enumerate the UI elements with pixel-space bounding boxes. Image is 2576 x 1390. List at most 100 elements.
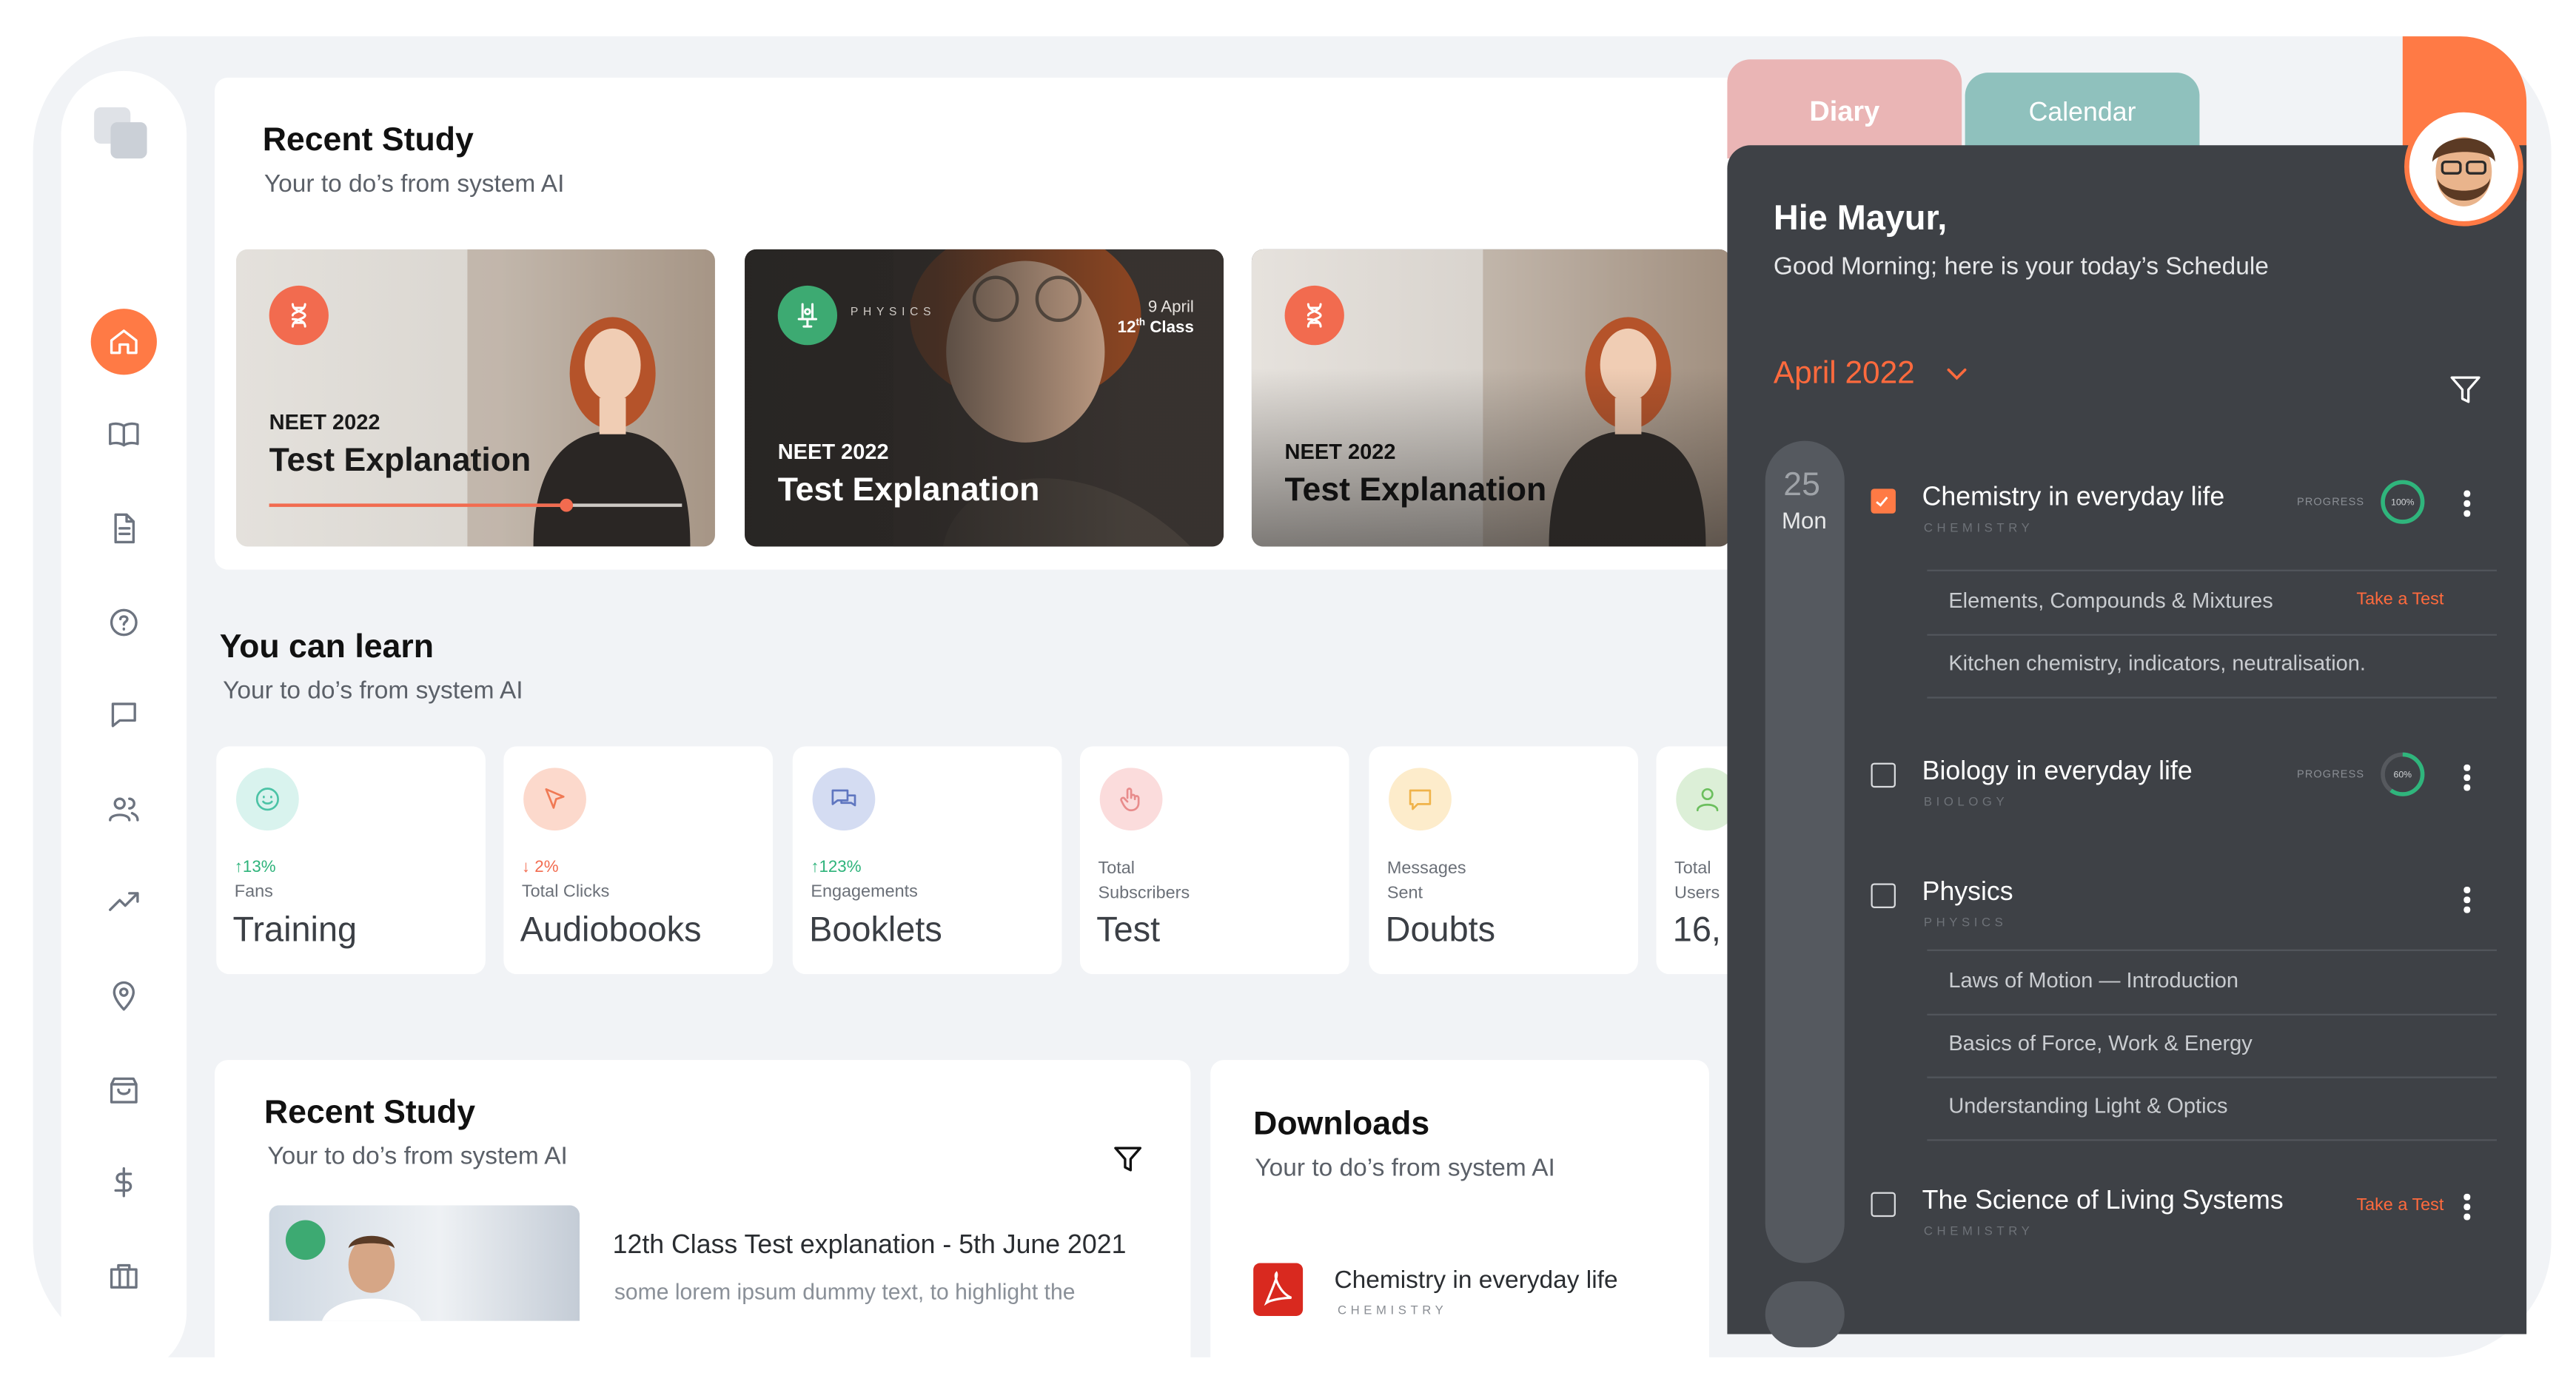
more-menu-icon[interactable]: [2463, 886, 2470, 916]
progress-ring: 100%: [2381, 480, 2425, 524]
learn-label: Booklets: [809, 911, 942, 950]
recent-study-2-subtitle: Your to do’s from system AI: [267, 1142, 568, 1171]
task-checkbox[interactable]: [1871, 488, 1896, 514]
physics-icon: [285, 1220, 326, 1260]
subtopic-row[interactable]: Kitchen chemistry, indicators, neutralis…: [1927, 634, 2497, 699]
study-title: Test Explanation: [269, 442, 531, 479]
recent-study-title: Recent Study: [262, 122, 474, 159]
home-icon[interactable]: [90, 309, 157, 375]
app-logo: [94, 107, 153, 167]
learn-card-booklets[interactable]: ↑123% Engagements Booklets: [792, 746, 1062, 975]
task-checkbox[interactable]: [1871, 1192, 1896, 1218]
recent-item-title[interactable]: 12th Class Test explanation - 5th June 2…: [613, 1232, 1127, 1261]
recent-study-subtitle: Your to do’s from system AI: [264, 169, 565, 198]
month-selector[interactable]: April 2022: [1774, 357, 1915, 393]
delta-value: ↓ 2%: [521, 859, 559, 877]
subject-label: PHYSICS: [850, 306, 936, 319]
date-label: 9 April: [1147, 298, 1194, 318]
progress-fill: [269, 503, 567, 507]
task-title[interactable]: Biology in everyday life: [1922, 758, 2193, 788]
learn-title: You can learn: [219, 628, 434, 666]
day-column: [1765, 440, 1845, 1263]
metric-label: Engagements: [811, 882, 918, 902]
metric-label: Fans: [234, 882, 273, 902]
users-icon[interactable]: [91, 776, 157, 842]
metric-label: Messages Sent: [1386, 859, 1466, 904]
subtopic-row[interactable]: Laws of Motion — Introduction: [1927, 951, 2497, 1015]
progress-label: PROGRESS: [2297, 769, 2365, 782]
download-item-title[interactable]: Chemistry in everyday life: [1334, 1266, 1617, 1295]
progress-track: [269, 498, 682, 512]
day-name: Mon: [1782, 506, 1827, 534]
dna-icon: [269, 285, 329, 346]
progress-ring: 60%: [2381, 752, 2425, 796]
bag-icon[interactable]: [91, 1057, 157, 1123]
learn-card-training[interactable]: ↑13% Fans Training: [216, 746, 486, 975]
learn-card-audiobooks[interactable]: ↓ 2% Total Clicks Audiobooks: [503, 746, 774, 975]
task-title[interactable]: Physics: [1922, 879, 2013, 908]
task-checkbox[interactable]: [1871, 762, 1896, 788]
task-category: CHEMISTRY: [1923, 520, 2034, 535]
subtopic-text: Basics of Force, Work & Energy: [1948, 1030, 2253, 1055]
delta-value: ↑123%: [811, 859, 862, 877]
more-menu-icon[interactable]: [2463, 764, 2470, 794]
trending-icon[interactable]: [91, 868, 157, 934]
task-title[interactable]: Chemistry in everyday life: [1922, 484, 2225, 514]
task-title[interactable]: The Science of Living Systems: [1922, 1187, 2284, 1217]
recent-item-desc: some lorem ipsum dummy text, to highligh…: [614, 1279, 1076, 1305]
class-label: 12th Class: [1117, 318, 1194, 338]
dollar-icon[interactable]: [91, 1149, 157, 1215]
take-test-link[interactable]: Take a Test: [2356, 589, 2443, 609]
greeting: Hie Mayur,: [1773, 199, 1948, 238]
study-title: Test Explanation: [1284, 472, 1547, 509]
subtopic-text: Understanding Light & Optics: [1948, 1092, 2228, 1118]
location-icon[interactable]: [91, 963, 157, 1029]
dna-icon: [1284, 285, 1344, 346]
filter-icon[interactable]: [2447, 372, 2483, 408]
learn-label: Test: [1096, 911, 1161, 950]
question-icon[interactable]: [91, 589, 157, 655]
student-photo: [467, 249, 715, 547]
study-card-1[interactable]: NEET 2022 Test Explanation: [236, 249, 715, 547]
more-menu-icon[interactable]: [2463, 490, 2470, 520]
cursor-icon: [523, 768, 586, 831]
study-title: Test Explanation: [777, 472, 1040, 509]
learn-label: 16,: [1672, 911, 1721, 950]
app-root: Recent Study Your to do’s from system AI…: [0, 0, 2576, 1390]
briefcase-icon[interactable]: [91, 1243, 157, 1309]
take-test-link[interactable]: Take a Test: [2356, 1195, 2443, 1215]
progress-text: 100%: [2391, 497, 2414, 508]
progress-knob[interactable]: [560, 498, 574, 512]
subtopic-text: Kitchen chemistry, indicators, neutralis…: [1948, 650, 2366, 676]
message-icon: [1389, 768, 1452, 831]
touch-icon: [1099, 768, 1163, 831]
progress-label: PROGRESS: [2297, 497, 2365, 509]
subtopic-text: Elements, Compounds & Mixtures: [1948, 588, 2273, 613]
chat-bubbles-icon: [812, 768, 876, 831]
learn-card-doubts[interactable]: Messages Sent Doubts: [1369, 746, 1638, 975]
study-kicker: NEET 2022: [777, 439, 889, 464]
subtopic-row[interactable]: Understanding Light & Optics: [1927, 1076, 2497, 1141]
chat-icon[interactable]: [91, 682, 157, 748]
tab-diary[interactable]: Diary: [1727, 59, 1962, 159]
study-kicker: NEET 2022: [1284, 439, 1396, 464]
task-category: CHEMISTRY: [1923, 1223, 2034, 1239]
study-card-2[interactable]: PHYSICS 9 April 12th Class NEET 2022 Tes…: [745, 249, 1224, 547]
avatar[interactable]: [2404, 107, 2523, 226]
learn-card-test[interactable]: Total Subscribers Test: [1079, 746, 1349, 975]
filter-icon[interactable]: [1111, 1143, 1144, 1176]
task-checkbox[interactable]: [1871, 883, 1896, 908]
document-icon[interactable]: [91, 495, 157, 561]
more-menu-icon[interactable]: [2463, 1193, 2470, 1223]
physics-icon: [777, 285, 838, 346]
study-card-3[interactable]: NEET 2022 Test Explanation: [1251, 249, 1731, 547]
chevron-down-icon[interactable]: [1945, 365, 1968, 385]
delta-value: ↑13%: [234, 859, 276, 877]
task-category: PHYSICS: [1923, 914, 2008, 930]
video-thumbnail[interactable]: [269, 1205, 580, 1321]
book-icon[interactable]: [91, 401, 157, 467]
subtopic-row[interactable]: Basics of Force, Work & Energy: [1927, 1014, 2497, 1078]
downloads-subtitle: Your to do’s from system AI: [1255, 1154, 1555, 1183]
schedule-panel: [1727, 145, 2527, 1334]
smile-icon: [236, 768, 299, 831]
